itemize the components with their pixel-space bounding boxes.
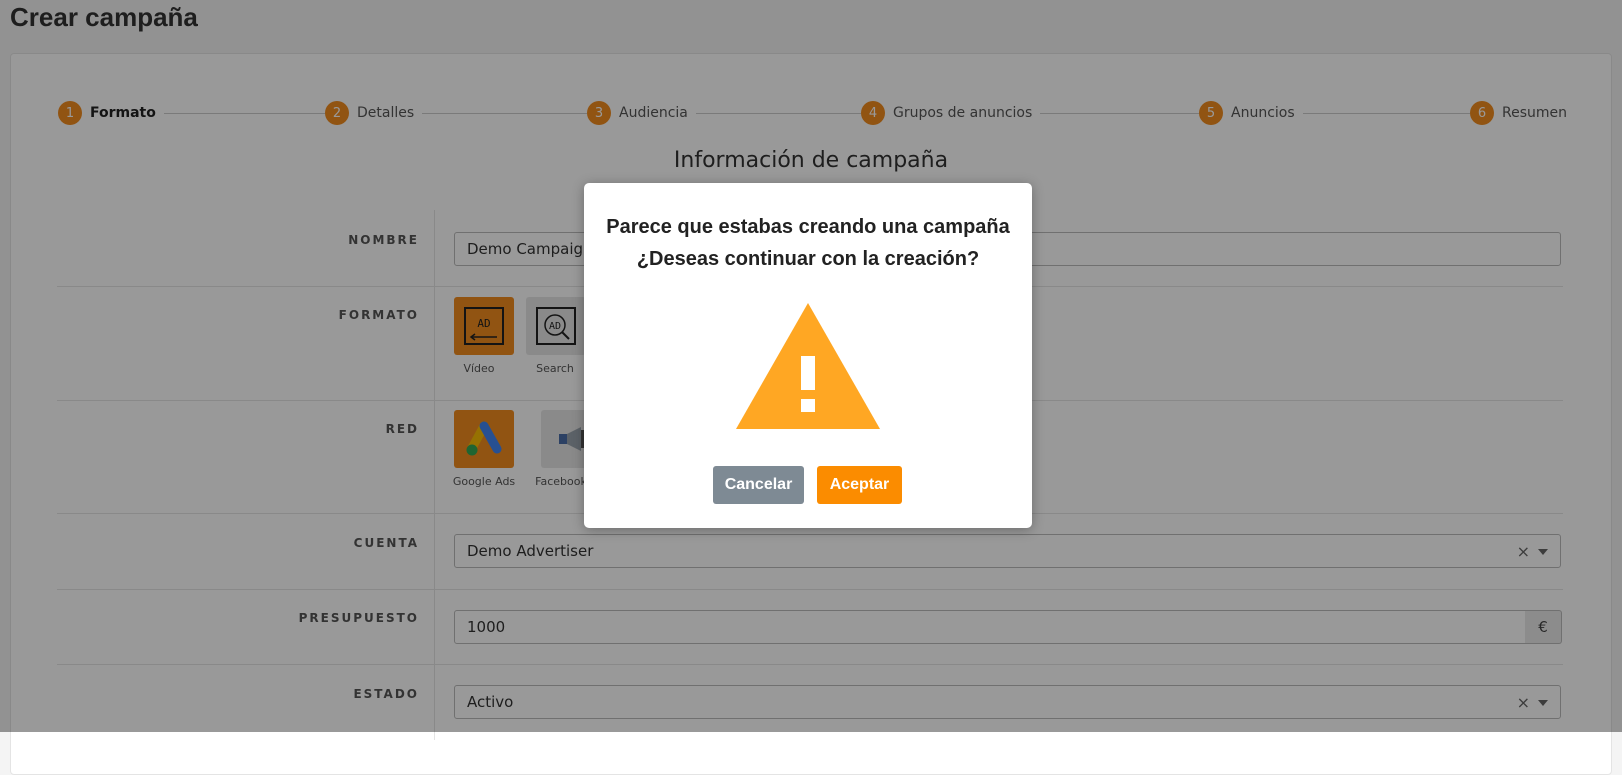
- dialog-message-line2: ¿Deseas continuar con la creación?: [636, 248, 980, 270]
- resume-campaign-dialog: Parece que estabas creando una campaña ¿…: [584, 183, 1032, 528]
- accept-button[interactable]: Aceptar: [817, 466, 902, 504]
- dialog-message: Parece que estabas creando una campaña ¿…: [584, 211, 1032, 275]
- cancel-button[interactable]: Cancelar: [713, 466, 804, 504]
- warning-icon: [736, 303, 880, 429]
- dialog-message-line1: Parece que estabas creando una campaña: [606, 216, 1010, 238]
